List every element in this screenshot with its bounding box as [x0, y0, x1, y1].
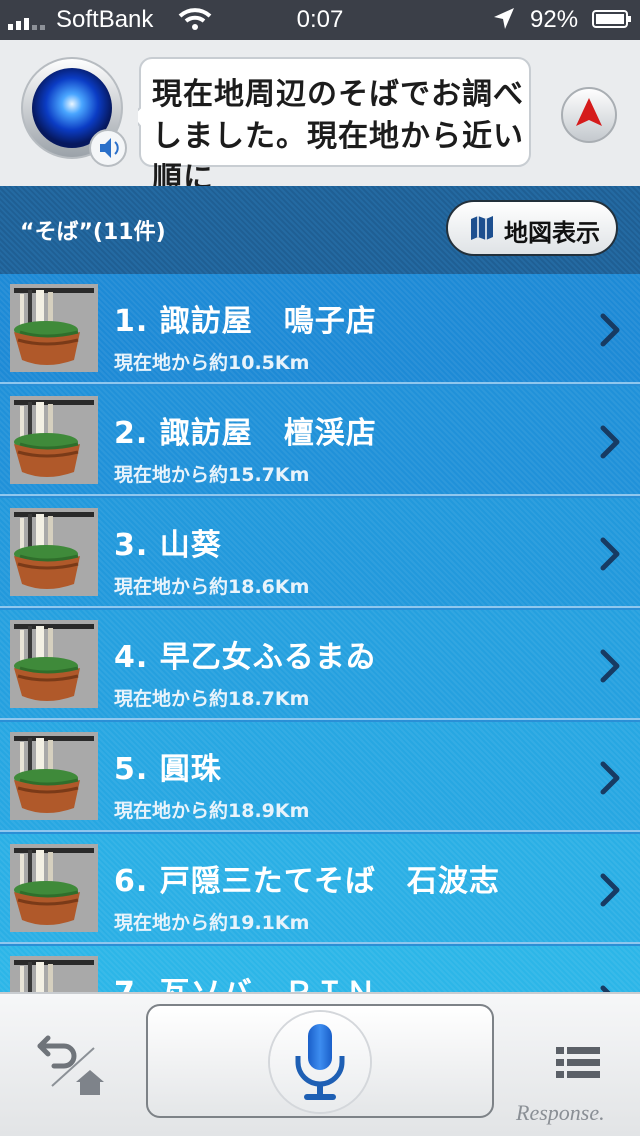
- soba-bowl-thumbnail: [10, 284, 98, 372]
- list-item[interactable]: 1. 諏訪屋 鳴子店現在地から約10.5Km: [0, 274, 640, 384]
- soba-bowl-thumbnail: [10, 508, 98, 596]
- chevron-right-icon: [600, 313, 620, 347]
- item-distance: 現在地から約19.1Km: [114, 912, 310, 934]
- item-distance: 現在地から約18.7Km: [114, 688, 310, 710]
- item-name: 2. 諏訪屋 檀渓店: [114, 416, 377, 451]
- item-name: 6. 戸隠三たてそば 石波志: [114, 864, 500, 899]
- back-home-icon[interactable]: [30, 1024, 110, 1100]
- status-bar: SoftBank 0:07 92%: [0, 0, 640, 40]
- list-item[interactable]: 5. 圓珠現在地から約18.9Km: [0, 722, 640, 832]
- location-arrow-icon: [494, 8, 514, 29]
- soba-bowl-thumbnail: [10, 732, 98, 820]
- item-distance: 現在地から約18.6Km: [114, 576, 310, 598]
- assistant-orb-icon[interactable]: [20, 56, 132, 168]
- item-name: 3. 山葵: [114, 528, 222, 563]
- assistant-message: 現在地周辺のそばでお調べしました。現在地から近い順に: [152, 77, 524, 196]
- item-name: 7. 瓦ソバ ＰＩＮ: [114, 968, 377, 992]
- map-view-label: 地図表示: [504, 219, 600, 247]
- chevron-right-icon: [600, 873, 620, 907]
- chevron-right-icon: [600, 649, 620, 683]
- map-icon: [471, 216, 493, 240]
- item-distance: 現在地から約15.7Km: [114, 464, 310, 486]
- soba-bowl-thumbnail: [10, 844, 98, 932]
- item-name: 1. 諏訪屋 鳴子店: [114, 304, 377, 339]
- chevron-right-icon: [600, 425, 620, 459]
- soba-bowl-thumbnail: [10, 956, 98, 992]
- list-item[interactable]: 3. 山葵現在地から約18.6Km: [0, 498, 640, 608]
- results-list[interactable]: 1. 諏訪屋 鳴子店 現在地から約10.5Km 2. 諏訪屋 檀渓店 現在地から約15…: [0, 274, 640, 992]
- list-menu-icon[interactable]: [556, 1046, 600, 1080]
- list-item[interactable]: 6. 戸隠三たてそば 石波志現在地から約19.1Km: [0, 834, 640, 944]
- soba-bowl-thumbnail: [10, 620, 98, 708]
- watermark-text: Response.: [516, 1100, 605, 1125]
- item-distance: 現在地から約18.9Km: [114, 800, 310, 822]
- list-item[interactable]: 2. 諏訪屋 檀渓店現在地から約15.7Km: [0, 386, 640, 496]
- microphone-icon[interactable]: [290, 1022, 350, 1104]
- compass-icon[interactable]: [560, 86, 618, 144]
- item-name: 5. 圓珠: [114, 752, 222, 787]
- item-distance: 現在地から約10.5Km: [114, 352, 310, 374]
- battery-icon: [592, 10, 631, 28]
- chevron-right-icon: [600, 761, 620, 795]
- item-name: 4. 早乙女ふるまゐ: [114, 640, 377, 675]
- chevron-right-icon: [600, 537, 620, 571]
- results-title: “そば”(11件): [20, 220, 166, 245]
- list-item[interactable]: 7. 瓦ソバ ＰＩＮ: [0, 946, 640, 992]
- soba-bowl-thumbnail: [10, 396, 98, 484]
- battery-percent: 92%: [530, 6, 579, 33]
- chevron-right-icon: [600, 985, 611, 992]
- list-item[interactable]: 4. 早乙女ふるまゐ現在地から約18.7Km: [0, 610, 640, 720]
